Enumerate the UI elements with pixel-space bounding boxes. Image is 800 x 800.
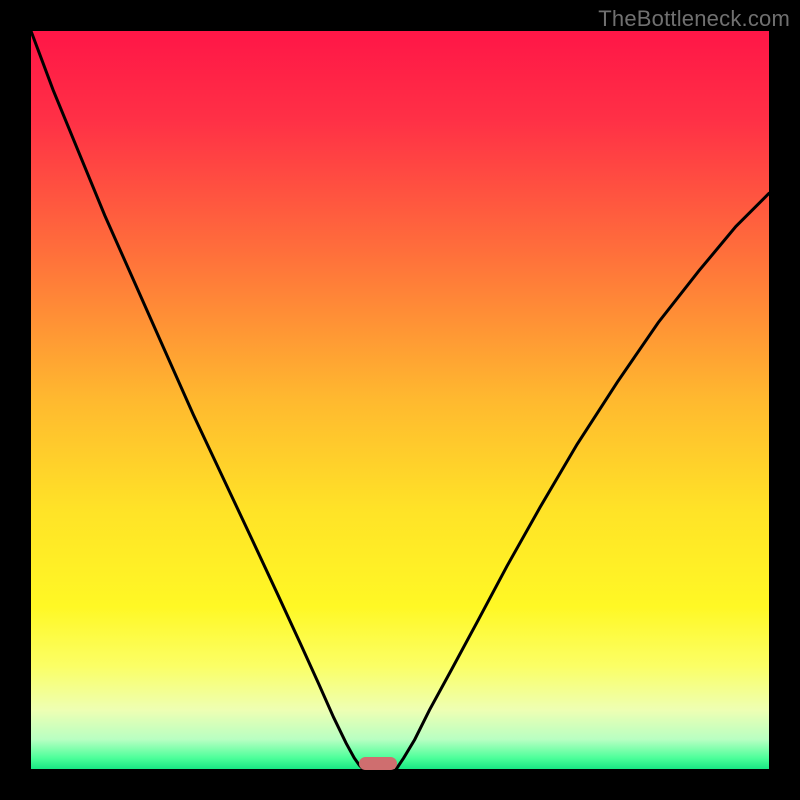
chart-frame: TheBottleneck.com bbox=[0, 0, 800, 800]
right-branch-curve bbox=[396, 193, 769, 769]
watermark-text: TheBottleneck.com bbox=[598, 6, 790, 32]
left-branch-curve bbox=[31, 31, 363, 769]
bottleneck-marker bbox=[359, 757, 397, 770]
curve-layer bbox=[31, 31, 769, 769]
